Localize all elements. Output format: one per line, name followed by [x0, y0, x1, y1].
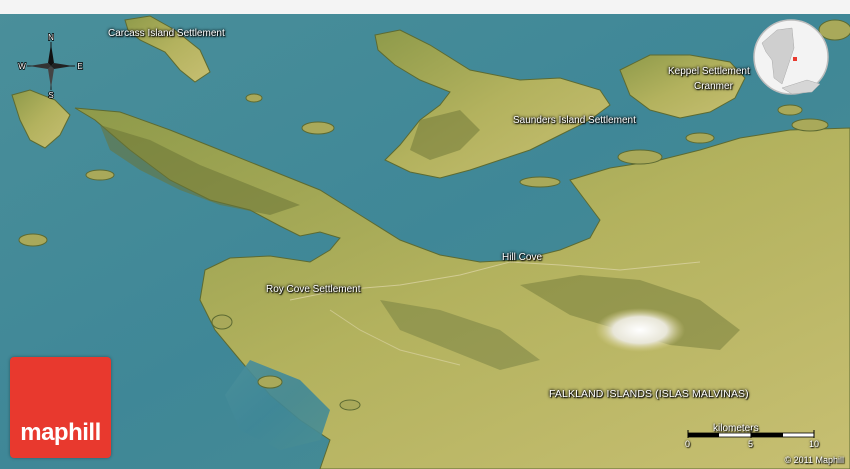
top-strip	[0, 0, 850, 14]
label-carcass-island-settlement: Carcass Island Settlement	[108, 28, 225, 39]
maphill-logo[interactable]: maphill	[10, 357, 111, 458]
label-hill-cove: Hill Cove	[502, 252, 543, 263]
islet	[519, 176, 561, 188]
compass-e: E	[77, 62, 82, 71]
label-country: FALKLAND ISLANDS (ISLAS MALVINAS)	[549, 388, 749, 400]
compass-s: S	[48, 91, 53, 100]
scale-tick-0: 0	[685, 439, 691, 449]
label-roy-cove-settlement: Roy Cove Settlement	[266, 284, 361, 295]
compass-n: N	[48, 33, 54, 42]
islet	[777, 104, 803, 116]
islet	[18, 233, 48, 247]
scale-bar	[687, 430, 815, 438]
islet	[617, 149, 663, 165]
islet	[245, 93, 263, 103]
label-saunders-island-settlement: Saunders Island Settlement	[513, 115, 636, 126]
islet	[85, 169, 115, 181]
label-cranmer: Cranmer	[694, 81, 733, 92]
map-canvas[interactable]: N S W E Carcass Island Settlement Keppel…	[0, 0, 850, 469]
scale-tick-10: 10	[809, 439, 820, 449]
compass-rose-icon: N S W E	[17, 32, 83, 101]
islet	[211, 314, 233, 330]
copyright-text: © 2011 Maphill	[784, 455, 845, 465]
islet	[685, 132, 715, 144]
islet	[257, 375, 283, 389]
snow-peak	[595, 308, 685, 352]
label-keppel-settlement: Keppel Settlement	[668, 66, 750, 77]
scale-tick-5: 5	[748, 439, 754, 449]
islet	[301, 121, 335, 135]
islet	[339, 399, 361, 411]
globe-locator-icon	[753, 19, 829, 95]
compass-w: W	[18, 62, 26, 71]
islet	[791, 118, 829, 132]
maphill-logo-text: maphill	[20, 419, 101, 446]
